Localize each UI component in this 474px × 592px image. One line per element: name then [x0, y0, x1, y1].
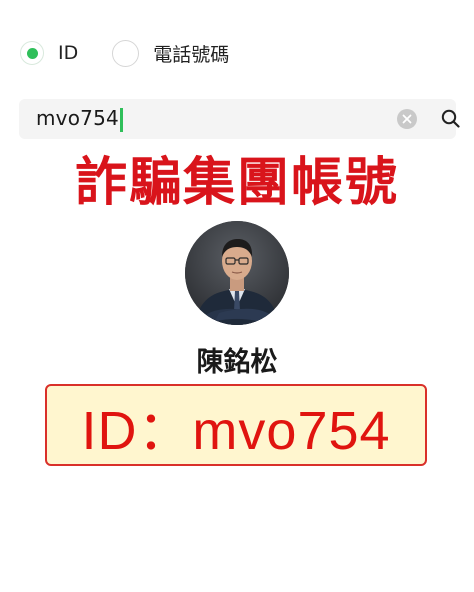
radio-circle-phone[interactable]: [112, 39, 140, 67]
radio-option-id[interactable]: ID: [20, 41, 78, 65]
radio-label-id: ID: [58, 42, 79, 64]
person-name: 陳銘松: [196, 347, 278, 378]
search-type-radio-group: ID 電話號碼: [20, 38, 229, 68]
radio-label-phone: 電話號碼: [153, 43, 230, 66]
search-bar[interactable]: mvo754: [19, 99, 460, 139]
radio-selected-dot: [26, 47, 38, 59]
id-box-text: ID：mvo754: [81, 400, 391, 461]
radio-option-phone[interactable]: 電話號碼: [112, 39, 230, 67]
clear-circle-icon[interactable]: [397, 109, 417, 129]
search-icon[interactable]: [440, 108, 462, 130]
id-highlight-box: ID：mvo754: [45, 384, 427, 466]
avatar: [185, 221, 289, 325]
radio-circle-id[interactable]: [20, 41, 44, 65]
search-input[interactable]: mvo754: [36, 106, 123, 132]
page: ID 電話號碼 mvo754 詐騙集團帳號 陳銘松 ID：mvo754: [0, 0, 474, 592]
text-caret: [119, 107, 123, 132]
search-input-value: mvo754: [36, 106, 119, 131]
scam-account-headline: 詐騙集團帳號: [74, 153, 399, 213]
